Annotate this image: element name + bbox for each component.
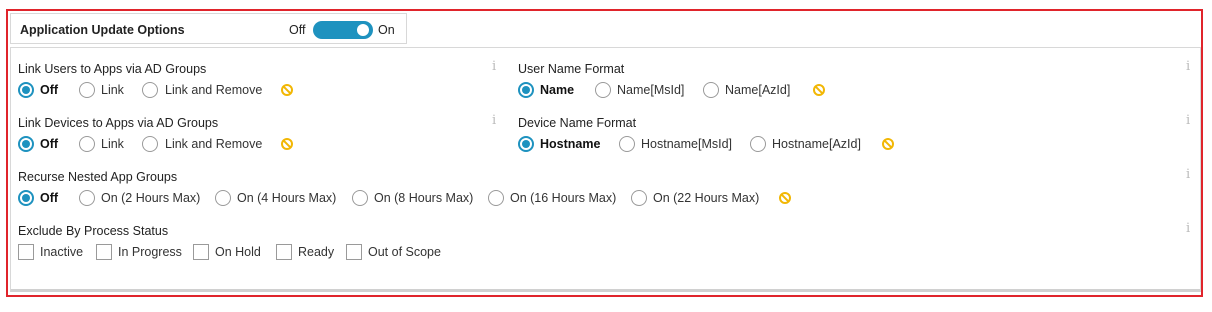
user-name-azid-radio[interactable] <box>703 82 719 98</box>
link-devices-title: Link Devices to Apps via AD Groups <box>18 116 219 130</box>
clear-icon[interactable] <box>281 138 293 150</box>
exclude-in-progress-label: In Progress <box>118 245 182 259</box>
info-icon[interactable]: i <box>1186 59 1190 74</box>
link-devices-off-label: Off <box>40 137 59 151</box>
device-hostname-msid-radio[interactable] <box>619 136 635 152</box>
recurse-4h-radio[interactable] <box>215 190 231 206</box>
user-name-format-title: User Name Format <box>518 62 625 76</box>
page-title: Application Update Options <box>20 23 185 37</box>
link-users-link-label: Link <box>101 83 124 97</box>
exclude-inactive-checkbox[interactable] <box>18 244 34 260</box>
link-devices-off-radio[interactable] <box>18 136 34 152</box>
toggle-knob <box>357 24 369 36</box>
clear-icon[interactable] <box>779 192 791 204</box>
link-users-link-remove-label: Link and Remove <box>165 83 263 97</box>
user-name-label: Name <box>540 83 575 97</box>
link-users-off-label: Off <box>40 83 59 97</box>
user-name-msid-radio[interactable] <box>595 82 611 98</box>
recurse-22h-radio[interactable] <box>631 190 647 206</box>
recurse-2h-label: On (2 Hours Max) <box>101 191 201 205</box>
link-devices-link-radio[interactable] <box>79 136 95 152</box>
device-hostname-azid-radio[interactable] <box>750 136 766 152</box>
exclude-in-progress-checkbox[interactable] <box>96 244 112 260</box>
device-hostname-radio[interactable] <box>518 136 534 152</box>
recurse-4h-label: On (4 Hours Max) <box>237 191 337 205</box>
clear-icon[interactable] <box>281 84 293 96</box>
info-icon[interactable]: i <box>492 59 496 74</box>
device-hostname-azid-label: Hostname[AzId] <box>772 137 861 151</box>
info-icon[interactable]: i <box>1186 221 1190 236</box>
exclude-ready-checkbox[interactable] <box>276 244 292 260</box>
recurse-8h-radio[interactable] <box>352 190 368 206</box>
clear-icon[interactable] <box>813 84 825 96</box>
settings-frame: Application Update Options Off On Link U… <box>6 9 1203 297</box>
device-hostname-msid-label: Hostname[MsId] <box>641 137 733 151</box>
options-panel: Link Users to Apps via AD Groups i Off L… <box>10 47 1201 292</box>
exclude-status-title: Exclude By Process Status <box>18 224 169 238</box>
link-users-link-remove-radio[interactable] <box>142 82 158 98</box>
exclude-inactive-label: Inactive <box>40 245 84 259</box>
recurse-2h-radio[interactable] <box>79 190 95 206</box>
recurse-off-radio[interactable] <box>18 190 34 206</box>
link-users-link-radio[interactable] <box>79 82 95 98</box>
info-icon[interactable]: i <box>1186 167 1190 182</box>
link-devices-link-remove-label: Link and Remove <box>165 137 263 151</box>
recurse-8h-label: On (8 Hours Max) <box>374 191 474 205</box>
recurse-16h-radio[interactable] <box>488 190 504 206</box>
update-options-toggle[interactable] <box>313 21 373 39</box>
toggle-on-label: On <box>378 23 395 37</box>
link-users-off-radio[interactable] <box>18 82 34 98</box>
recurse-22h-label: On (22 Hours Max) <box>653 191 760 205</box>
user-name-azid-label: Name[AzId] <box>725 83 791 97</box>
recurse-nested-title: Recurse Nested App Groups <box>18 170 178 184</box>
exclude-ready-label: Ready <box>298 245 335 259</box>
clear-icon[interactable] <box>882 138 894 150</box>
header-bar: Application Update Options Off On <box>10 13 407 44</box>
exclude-out-of-scope-checkbox[interactable] <box>346 244 362 260</box>
recurse-off-label: Off <box>40 191 59 205</box>
info-icon[interactable]: i <box>1186 113 1190 128</box>
info-icon[interactable]: i <box>492 113 496 128</box>
link-devices-link-remove-radio[interactable] <box>142 136 158 152</box>
exclude-on-hold-checkbox[interactable] <box>193 244 209 260</box>
exclude-out-of-scope-label: Out of Scope <box>368 245 441 259</box>
user-name-msid-label: Name[MsId] <box>617 83 685 97</box>
user-name-radio[interactable] <box>518 82 534 98</box>
exclude-on-hold-label: On Hold <box>215 245 261 259</box>
recurse-16h-label: On (16 Hours Max) <box>510 191 617 205</box>
device-name-format-title: Device Name Format <box>518 116 637 130</box>
link-users-title: Link Users to Apps via AD Groups <box>18 62 207 76</box>
toggle-off-label: Off <box>289 23 306 37</box>
link-devices-link-label: Link <box>101 137 124 151</box>
device-hostname-label: Hostname <box>540 137 601 151</box>
